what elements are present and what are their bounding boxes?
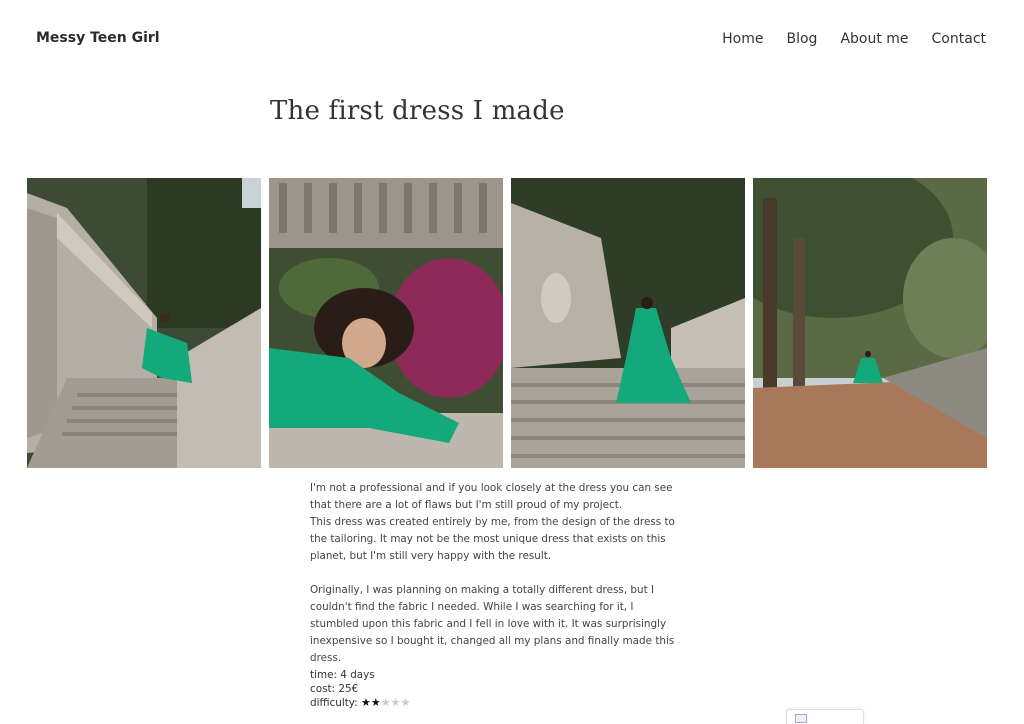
gallery-photo-stairs-back[interactable] xyxy=(511,178,745,468)
nav-about-me[interactable]: About me xyxy=(840,31,908,47)
photo-image xyxy=(753,178,987,468)
recaptcha-badge[interactable] xyxy=(786,709,864,724)
difficulty-stars: ★★★★★ xyxy=(361,696,410,709)
meta-difficulty: difficulty: ★★★★★ xyxy=(310,696,411,709)
meta-time: time: 4 days xyxy=(310,669,375,681)
post-body: I'm not a professional and if you look c… xyxy=(310,480,680,684)
project-meta: time: 4 days cost: 25€ difficulty: ★★★★★ xyxy=(310,669,410,711)
post-title: The first dress I made xyxy=(270,96,565,126)
nav-home[interactable]: Home xyxy=(722,31,763,47)
star-filled-icon: ★ xyxy=(370,696,381,709)
site-title[interactable]: Messy Teen Girl xyxy=(36,30,160,46)
star-empty-icon: ★ xyxy=(400,696,411,709)
gallery-photo-path[interactable] xyxy=(753,178,987,468)
star-empty-icon: ★ xyxy=(380,696,391,709)
post-paragraph: Originally, I was planning on making a t… xyxy=(310,584,675,664)
gallery-photo-portrait[interactable] xyxy=(269,178,503,468)
star-empty-icon: ★ xyxy=(390,696,401,709)
nav-blog[interactable]: Blog xyxy=(786,31,817,47)
main-nav: Home Blog About me Contact xyxy=(722,31,986,47)
recaptcha-icon xyxy=(795,714,807,723)
photo-image xyxy=(27,178,261,468)
post-paragraph: I'm not a professional and if you look c… xyxy=(310,482,675,562)
photo-image xyxy=(269,178,503,468)
star-filled-icon: ★ xyxy=(361,696,371,709)
nav-contact[interactable]: Contact xyxy=(932,31,986,47)
photo-gallery xyxy=(27,178,987,468)
photo-image xyxy=(511,178,745,468)
gallery-photo-staircase[interactable] xyxy=(27,178,261,468)
meta-cost: cost: 25€ xyxy=(310,682,359,695)
